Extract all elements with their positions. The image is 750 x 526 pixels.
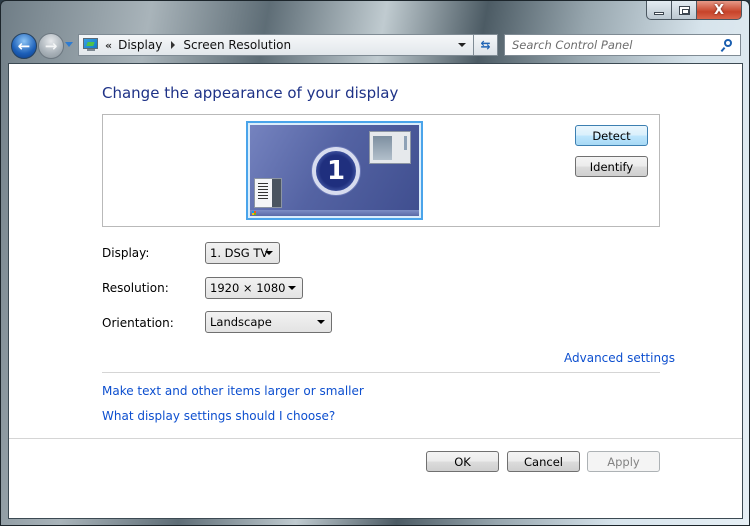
monitor-1[interactable]: 1 xyxy=(246,121,423,220)
apply-button: Apply xyxy=(587,451,660,472)
taskbar-graphic xyxy=(250,210,419,216)
text-size-link[interactable]: Make text and other items larger or smal… xyxy=(102,384,364,398)
ok-button[interactable]: OK xyxy=(426,451,499,472)
advanced-settings-link[interactable]: Advanced settings xyxy=(564,351,675,365)
orientation-select-value: Landscape xyxy=(210,315,272,329)
cancel-button[interactable]: Cancel xyxy=(507,451,580,472)
maximize-button[interactable] xyxy=(672,1,697,20)
maximize-icon xyxy=(678,5,690,15)
search-input[interactable] xyxy=(512,38,712,52)
back-button[interactable]: ← xyxy=(11,33,37,59)
forward-button[interactable]: → xyxy=(38,33,64,59)
window-thumbnail-icon xyxy=(369,131,411,164)
resolution-label: Resolution: xyxy=(102,281,169,295)
orientation-label: Orientation: xyxy=(102,316,174,330)
breadcrumb-overflow-icon[interactable]: « xyxy=(105,39,112,52)
breadcrumb-separator-icon[interactable] xyxy=(171,41,176,49)
resolution-select-value: 1920 × 1080 xyxy=(210,281,286,295)
minimize-button[interactable] xyxy=(646,1,672,20)
identify-button[interactable]: Identify xyxy=(575,156,648,177)
detect-button[interactable]: Detect xyxy=(575,125,648,146)
window-frame: X ← → « Display Screen Resolution ⇆ Chan… xyxy=(0,0,750,526)
address-dropdown-icon[interactable] xyxy=(458,43,466,47)
search-icon[interactable] xyxy=(720,39,733,53)
monitor-number-badge: 1 xyxy=(312,147,360,195)
content-panel: Change the appearance of your display 1 … xyxy=(8,63,743,519)
display-label: Display: xyxy=(102,246,150,260)
monitor-screen: 1 xyxy=(250,125,419,216)
chevron-down-icon xyxy=(288,286,296,290)
display-control-panel-icon xyxy=(83,38,99,52)
monitor-arrangement-area: 1 Detect Identify xyxy=(102,114,660,227)
close-button[interactable]: X xyxy=(697,1,742,20)
orientation-select[interactable]: Landscape xyxy=(205,311,332,333)
start-orb-icon xyxy=(252,211,256,215)
close-icon: X xyxy=(713,2,725,18)
caption-buttons: X xyxy=(646,1,742,21)
breadcrumb-screen-resolution[interactable]: Screen Resolution xyxy=(183,38,291,52)
minimize-icon xyxy=(654,11,664,15)
recent-pages-dropdown[interactable] xyxy=(65,42,73,47)
document-thumbnail-icon xyxy=(254,178,282,208)
display-settings-help-link[interactable]: What display settings should I choose? xyxy=(102,409,335,423)
chevron-down-icon xyxy=(265,251,273,255)
refresh-icon: ⇆ xyxy=(480,38,491,52)
refresh-button[interactable]: ⇆ xyxy=(474,34,498,56)
display-select[interactable]: 1. DSG TV xyxy=(205,242,280,264)
address-bar[interactable]: « Display Screen Resolution xyxy=(78,34,474,56)
divider xyxy=(102,372,660,373)
resolution-select[interactable]: 1920 × 1080 xyxy=(205,277,303,299)
forward-arrow-icon: → xyxy=(44,37,58,55)
breadcrumb-display[interactable]: Display xyxy=(118,38,162,52)
search-box[interactable] xyxy=(504,34,741,56)
back-arrow-icon: ← xyxy=(17,37,31,55)
display-select-value: 1. DSG TV xyxy=(210,246,269,260)
page-title: Change the appearance of your display xyxy=(102,84,399,102)
footer-divider xyxy=(9,438,742,439)
chevron-down-icon xyxy=(317,320,325,324)
